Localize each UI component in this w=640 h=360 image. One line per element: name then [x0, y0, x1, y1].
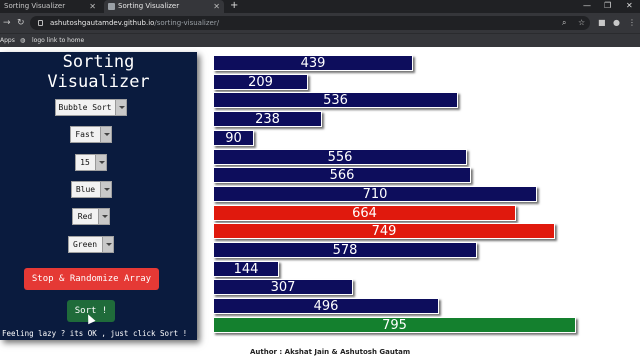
- address-bar[interactable]: ashutoshgautamdev.github.io/sorting-visu…: [30, 16, 590, 30]
- tab-title: Sorting Visualizer: [4, 2, 66, 10]
- randomize-button[interactable]: Stop & Randomize Array: [24, 268, 159, 290]
- tab-sorting-visualizer-2[interactable]: Sorting Visualizer ✕: [104, 0, 224, 13]
- sorted-color-select[interactable]: Green: [68, 236, 114, 253]
- compare-color-select[interactable]: Red: [72, 208, 110, 225]
- tab-title: Sorting Visualizer: [118, 2, 180, 10]
- array-bar: 795: [213, 316, 576, 333]
- close-icon[interactable]: ✕: [213, 0, 220, 13]
- array-bar: 664: [213, 204, 516, 221]
- bookmarks-bar: Apps ◍ logo link to home: [0, 33, 640, 47]
- page-title-line1: Sorting: [62, 52, 135, 72]
- bookmark-apps[interactable]: Apps: [0, 34, 15, 47]
- page-content: Sorting Visualizer Bubble Sort Fast 15 B…: [0, 47, 640, 360]
- array-bar: 556: [213, 148, 467, 165]
- speed-value: Fast: [75, 130, 95, 139]
- chevron-down-icon: [115, 100, 126, 115]
- speed-select[interactable]: Fast: [70, 126, 112, 143]
- search-icon[interactable]: ⌕: [562, 16, 566, 30]
- url-host: ashutoshgautamdev.github.io: [50, 19, 155, 27]
- array-bar: 536: [213, 92, 458, 109]
- bar-color-value: Blue: [75, 185, 96, 194]
- array-bar: 238: [213, 111, 322, 128]
- array-bar: 749: [213, 223, 555, 240]
- array-bar: 578: [213, 242, 477, 258]
- favicon-icon: [108, 3, 115, 10]
- array-bar: 566: [213, 167, 471, 184]
- size-value: 15: [80, 158, 90, 167]
- array-bar: 90: [213, 129, 254, 146]
- sorted-color-value: Green: [72, 240, 98, 249]
- lock-icon: [38, 20, 43, 26]
- control-panel: Sorting Visualizer Bubble Sort Fast 15 B…: [0, 52, 197, 340]
- maximize-icon[interactable]: ❐: [604, 0, 611, 12]
- globe-icon: ◍: [20, 37, 26, 44]
- forward-icon[interactable]: →: [3, 16, 11, 30]
- chevron-down-icon: [102, 237, 113, 252]
- algorithm-value: Bubble Sort: [58, 103, 112, 112]
- bar-color-select[interactable]: Blue: [71, 181, 112, 198]
- array-bar: 307: [213, 279, 353, 296]
- menu-icon[interactable]: ⋮: [628, 16, 636, 30]
- hint-text: Feeling lazy ? its OK , just click Sort …: [2, 329, 188, 338]
- array-bar: 209: [213, 73, 308, 90]
- url-path: /sorting-visualizer/: [154, 19, 220, 27]
- close-window-icon[interactable]: ✕: [626, 0, 633, 12]
- tab-sorting-visualizer-1[interactable]: Sorting Visualizer ✕: [0, 0, 100, 13]
- algorithm-select[interactable]: Bubble Sort: [55, 99, 127, 116]
- tab-strip: Sorting Visualizer ✕ Sorting Visualizer …: [0, 0, 640, 13]
- chevron-down-icon: [95, 155, 106, 170]
- bookmark-logo-link[interactable]: logo link to home: [32, 34, 84, 47]
- chevron-down-icon: [100, 182, 111, 197]
- extension-icon[interactable]: ■: [598, 16, 606, 30]
- new-tab-button[interactable]: +: [230, 0, 238, 12]
- minimize-icon[interactable]: —: [583, 0, 591, 12]
- array-bar: 496: [213, 298, 439, 315]
- page-title-line2: Visualizer: [47, 72, 150, 92]
- array-bar: 439: [213, 55, 413, 71]
- browser-toolbar: → ↻ ashutoshgautamdev.github.io/sorting-…: [0, 13, 640, 33]
- reload-icon[interactable]: ↻: [17, 16, 25, 30]
- close-icon[interactable]: ✕: [89, 0, 96, 13]
- chevron-down-icon: [98, 209, 109, 224]
- author-credit: Author : Akshat Jain & Ashutosh Gautam: [250, 348, 411, 356]
- star-icon[interactable]: ☆: [578, 16, 585, 30]
- profile-icon[interactable]: ●: [613, 16, 620, 30]
- compare-color-value: Red: [77, 212, 93, 221]
- size-select[interactable]: 15: [75, 154, 107, 171]
- array-bar: 710: [213, 185, 537, 202]
- array-bar: 144: [213, 260, 279, 277]
- chevron-down-icon: [100, 127, 111, 142]
